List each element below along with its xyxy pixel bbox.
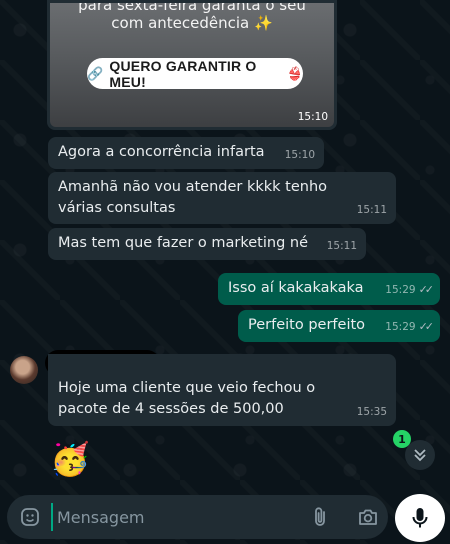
message-text: Perfeito perfeito (248, 317, 366, 333)
link-icon: 🔗 (87, 65, 104, 81)
message-time: 15:29 (385, 321, 416, 333)
message-composer (7, 495, 388, 539)
message-time: 15:11 (326, 240, 357, 252)
double-check-icon: ✓✓ (418, 320, 435, 333)
message-time: 15:35 (356, 406, 387, 418)
message-status: 15:29 ✓✓ (385, 279, 435, 301)
image-message[interactable]: para sexta-feira garanta o seu com antec… (47, 0, 337, 130)
message-text: Isso aí kakakakaka (228, 280, 364, 296)
message-input[interactable] (51, 503, 301, 531)
double-check-icon: ✓✓ (418, 283, 435, 296)
chevrons-down-icon (414, 449, 426, 462)
message-time: 15:10 (297, 111, 328, 123)
microphone-icon (412, 508, 428, 528)
message-text: Hoje uma cliente que veio fechou o pacot… (58, 380, 316, 417)
microphone-button[interactable] (395, 494, 445, 542)
message-bubble-incoming[interactable]: Mas tem que fazer o marketing né 15:11 (48, 228, 366, 260)
message-text: Mas tem que fazer o marketing né (58, 235, 308, 251)
image-caption-line1: para sexta-feira garanta o seu (78, 3, 306, 14)
message-time: 15:29 (385, 284, 416, 296)
sticker-icon[interactable] (15, 495, 45, 539)
message-text: Agora a concorrência infarta (58, 144, 265, 160)
cta-sticker: 🔗 QUERO GARANTIR O MEU! 👙 (87, 57, 303, 90)
sender-avatar[interactable] (10, 356, 38, 384)
message-image[interactable]: para sexta-feira garanta o seu com antec… (50, 3, 334, 127)
message-bubble-outgoing[interactable]: Perfeito perfeito 15:29 ✓✓ (238, 310, 440, 342)
message-time: 15:10 (284, 149, 315, 161)
message-bubble-incoming[interactable]: Amanhã não vou atender kkkk tenho várias… (48, 172, 396, 224)
camera-icon[interactable] (353, 495, 383, 539)
message-bubble-incoming[interactable]: Hoje uma cliente que veio fechou o pacot… (48, 354, 396, 426)
paperclip-icon[interactable] (307, 495, 335, 539)
message-time: 15:11 (356, 204, 387, 216)
party-face-sticker[interactable]: 🥳 (50, 440, 90, 478)
cta-label: QUERO GARANTIR O MEU! (109, 57, 257, 90)
message-status: 15:29 ✓✓ (385, 316, 435, 338)
message-bubble-outgoing[interactable]: Isso aí kakakakaka 15:29 ✓✓ (218, 273, 440, 305)
unread-badge: 1 (393, 430, 411, 448)
message-bubble-incoming[interactable]: Agora a concorrência infarta 15:10 (48, 137, 324, 169)
bikini-icon: 👙 (286, 65, 303, 81)
message-text: Amanhã não vou atender kkkk tenho várias… (58, 179, 328, 216)
scroll-to-bottom-button[interactable] (405, 440, 435, 470)
image-caption-line2: com antecedência ✨ (111, 14, 273, 32)
